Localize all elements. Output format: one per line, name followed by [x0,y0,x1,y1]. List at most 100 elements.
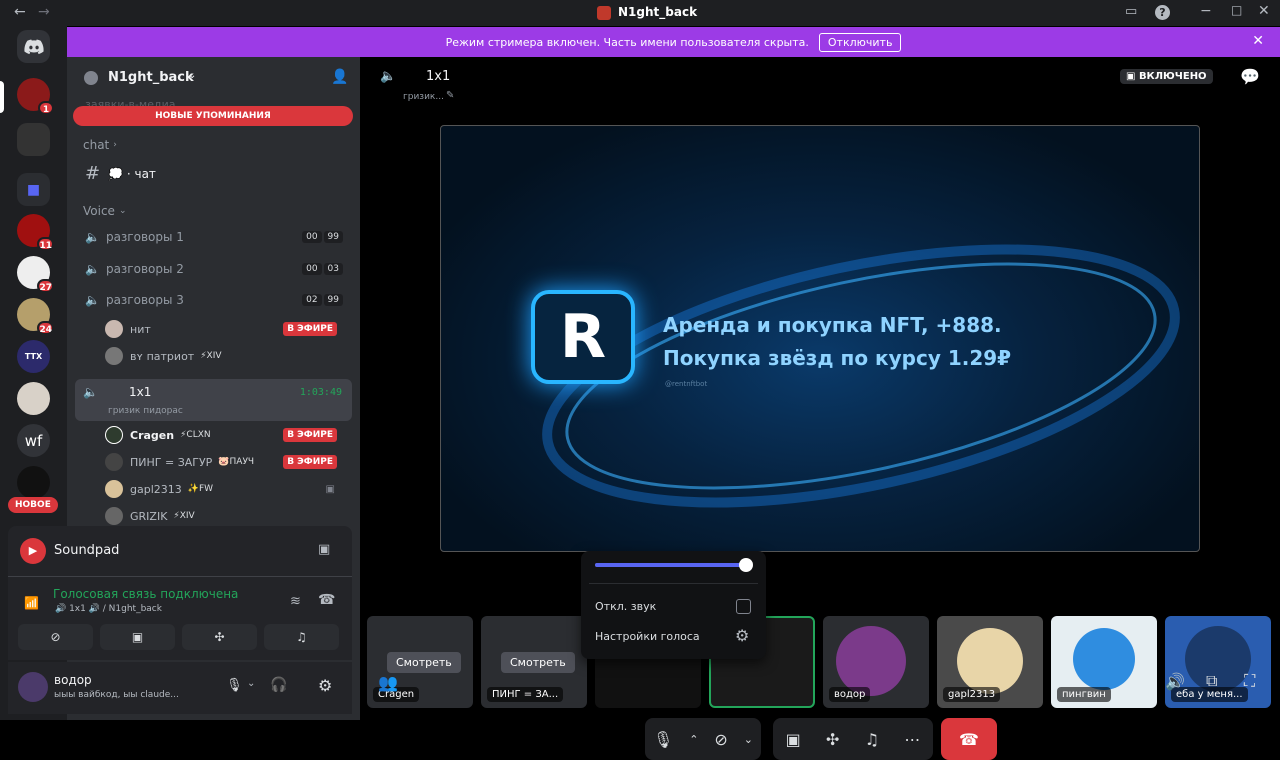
screen-share-icon[interactable]: ▣ [318,542,330,557]
activities-icon[interactable]: ✣ [826,730,839,749]
mute-checkbox[interactable] [736,599,751,614]
chat-bubble-icon[interactable]: 💬 [1240,67,1260,86]
maximize-icon[interactable]: □ [1231,3,1242,17]
soundboard-button[interactable]: ♫ [264,624,339,650]
add-people-icon[interactable]: 👥 [378,673,398,692]
server-icon[interactable]: 24 [17,298,54,335]
server-icon[interactable]: 1 [17,78,54,115]
participant-tile[interactable]: еба у меня... [1165,616,1271,708]
microphone-icon[interactable]: 🎙 [653,730,673,749]
channel-name: 1x1 [129,385,152,399]
add-member-icon[interactable]: 👤 [331,69,348,85]
server-folder-icon[interactable] [17,123,50,156]
voice-channel-3[interactable]: 🔈 разговоры 3 02 99 [75,291,351,309]
disconnect-icon[interactable]: ☎ [318,592,335,608]
participant-tile[interactable]: Смотреть Cragen [367,616,473,708]
settings-gear-icon[interactable]: ⚙ [318,676,332,695]
server-icon[interactable]: 11 [17,214,54,251]
watch-stream-button[interactable]: Смотреть [501,652,575,673]
disconnect-button[interactable]: ☎ [941,718,997,760]
chevron-down-icon[interactable]: ⌄ [247,678,255,689]
current-voice-channel[interactable]: 🔈 1x1 1:03:49 гризик пидорас [75,379,352,421]
text-channel-chat[interactable]: # 💭 · чат [75,163,351,184]
category-voice[interactable]: Voice ⌄ [83,204,359,218]
server-icon[interactable]: 27 [17,256,54,293]
soundboard-icon[interactable]: ♫ [865,730,879,749]
headphones-icon[interactable]: 🎧 [270,677,287,693]
category-chat[interactable]: chat › [83,138,359,152]
watch-stream-button[interactable]: Смотреть [387,652,461,673]
voice-user[interactable]: нит В ЭФИРЕ [105,320,345,338]
stream-view[interactable]: R Аренда и покупка NFT, +888. Покупка зв… [440,125,1200,552]
avatar [105,453,123,471]
inbox-icon[interactable]: ▭ [1125,4,1137,19]
server-icon[interactable]: wf [17,424,50,457]
share-screen-icon[interactable]: ▣ [786,730,801,749]
voice-status-title[interactable]: Голосовая связь подключена [53,587,238,601]
chevron-up-icon[interactable]: ⌃ [689,733,698,746]
chevron-down-icon[interactable]: ⌄ [744,733,753,746]
help-icon[interactable]: ? [1155,5,1170,20]
user-name[interactable]: водор [54,673,92,687]
camera-off-icon[interactable]: ⊘ [714,730,727,749]
volume-slider-handle[interactable] [738,558,753,572]
disable-streamer-mode-button[interactable]: Отключить [818,32,902,52]
video-icon: ▣ [325,483,335,495]
voice-channel-1[interactable]: 🔈 разговоры 1 00 99 [75,228,351,246]
volume-icon[interactable]: 🔊 [1165,672,1185,691]
volume-slider[interactable] [595,558,753,572]
user-count: 02 [302,294,322,306]
server-label: TTX [24,352,43,361]
new-mentions-bar[interactable]: НОВЫЕ УПОМИНАНИЯ [73,106,353,126]
participant-tile[interactable]: gapl2313 [937,616,1043,708]
more-icon[interactable]: ⋯ [904,730,920,749]
soundpad-icon: ▶ [20,538,46,564]
fullscreen-icon[interactable]: ⛶ [1244,671,1255,691]
voice-user[interactable]: Cragen ⚡CLXN В ЭФИРЕ [105,426,345,444]
discord-home-icon[interactable] [17,30,50,63]
settings-gear-icon[interactable]: ⚙ [735,626,749,645]
server-label: wf [24,431,43,450]
server-name: N1ght_back [108,70,194,85]
live-badge: В ЭФИРЕ [283,322,337,336]
app-name: Soundpad [54,543,120,558]
new-unread-pill[interactable]: НОВОЕ [8,497,58,513]
pop-out-icon[interactable]: ⧉ [1206,671,1217,691]
user-name: ПИНГ = ЗАГУР [130,455,213,469]
server-icon[interactable] [17,466,50,499]
channel-title: 1x1 [426,69,451,84]
noise-suppression-icon[interactable]: ≋ [290,594,301,609]
participant-tile[interactable]: Смотреть ПИНГ = ЗА... [481,616,587,708]
voice-user[interactable]: GRIZIK ⚡XIV [105,507,345,525]
voice-user[interactable]: gapl2313 ✨FW ▣ [105,480,345,498]
share-screen-button[interactable]: ▣ [100,624,175,650]
microphone-icon[interactable]: 🎙 [226,678,243,693]
close-window-icon[interactable]: ✕ [1258,3,1270,19]
user-limit: 99 [323,294,343,306]
channel-name: 💭 · чат [108,166,156,181]
tile-label: пингвин [1057,687,1111,702]
chevron-down-icon: ⌄ [118,206,127,216]
voice-status-channel[interactable]: 🔊 1x1 🔊 / N1ght_back [55,604,162,614]
back-arrow-icon[interactable]: ← [14,4,26,20]
voice-user[interactable]: ʙʏ патриот ⚡XIV [105,347,345,365]
server-header[interactable]: N1ght_back ⌄ 👤 [67,57,360,101]
activities-button[interactable]: ✣ [182,624,257,650]
edit-pencil-icon[interactable]: ✎ [446,90,454,101]
channel-status[interactable]: гризик... [403,92,444,102]
camera-off-button[interactable]: ⊘ [18,624,93,650]
user-tag: 🐷ПАУЧ [218,457,255,467]
folder-icon[interactable]: ■ [17,173,50,206]
voice-settings-label[interactable]: Настройки голоса [595,630,700,643]
server-icon[interactable] [17,382,50,415]
voice-user[interactable]: ПИНГ = ЗАГУР 🐷ПАУЧ В ЭФИРЕ [105,453,345,471]
server-icon[interactable]: TTX [17,340,50,373]
close-banner-icon[interactable]: ✕ [1252,33,1264,49]
avatar[interactable] [18,672,48,702]
voice-channel-2[interactable]: 🔈 разговоры 2 00 03 [75,260,351,278]
participant-tile[interactable]: пингвин [1051,616,1157,708]
minimize-icon[interactable]: − [1200,3,1212,19]
participant-tile[interactable]: водор [823,616,929,708]
forward-arrow-icon[interactable]: → [38,4,50,20]
mention-badge: 1 [38,101,54,115]
